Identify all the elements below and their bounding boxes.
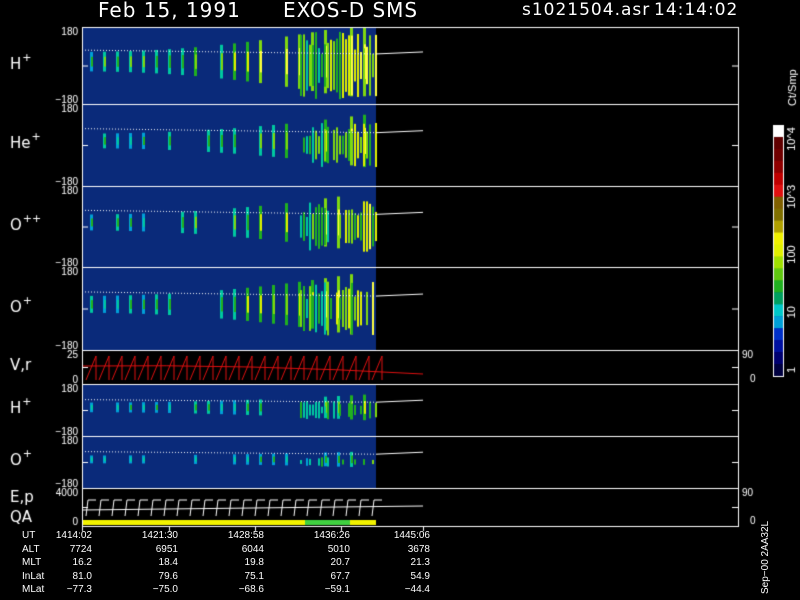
instrument-name: EXOS-D SMS [283, 0, 419, 22]
ephemeris-value: 6951 [155, 543, 178, 555]
ephemeris-value: 7724 [69, 543, 92, 555]
ephemeris-value: 3678 [407, 543, 430, 555]
ephemeris-value: −68.6 [238, 584, 264, 595]
ephemeris-row-mlat: MLat −77.3 −75.0 −68.6 −59.1 −44.4 [0, 584, 480, 597]
ephemeris-value: 79.6 [158, 570, 178, 582]
ephemeris-value: 5010 [327, 543, 350, 555]
ephemeris-value: −77.3 [66, 584, 92, 595]
ephemeris-value: 21.3 [410, 557, 430, 568]
file-name: s1021504.asr [522, 0, 651, 20]
footer-note: Sep−00 2AA32L [760, 520, 771, 594]
ephemeris-value: 1445:06 [393, 530, 430, 541]
ephemeris-value: 75.1 [244, 570, 264, 582]
ephemeris-value: 18.4 [158, 557, 178, 568]
ephemeris-value: −44.4 [404, 584, 430, 595]
ephemeris-row-inlat: InLat 81.0 79.6 75.1 67.7 54.9 [0, 571, 480, 584]
plot-time: 14:14:02 [654, 0, 739, 20]
ephemeris-value: 81.0 [72, 570, 92, 582]
ephemeris-value: 1421:30 [141, 530, 178, 541]
ephemeris-value: 19.8 [244, 557, 264, 568]
plot-date: Feb 15, 1991 [98, 0, 241, 22]
ephemeris-value: −75.0 [152, 584, 178, 595]
ephemeris-value: 6044 [241, 543, 264, 555]
ephemeris-value: 1428:58 [227, 530, 264, 541]
ephemeris-row-mlt: MLT 16.2 18.4 19.8 20.7 21.3 [0, 557, 480, 570]
ephemeris-value: 1436:26 [313, 530, 350, 541]
ephemeris-value: 67.7 [330, 570, 350, 582]
ephemeris-value: 1414:02 [55, 530, 92, 541]
ephemeris-value: −59.1 [324, 584, 350, 595]
ephemeris-row-alt: ALT 7724 6951 6044 5010 3678 [0, 544, 480, 557]
ephemeris-label: UT [22, 530, 36, 541]
ephemeris-label: MLT [22, 557, 42, 568]
spectrogram-canvas [0, 0, 800, 600]
ephemeris-row-ut: UT 1414:02 1421:30 1428:58 1436:26 1445:06 [0, 530, 480, 543]
ephemeris-label: ALT [22, 543, 40, 555]
ephemeris-value: 54.9 [410, 570, 430, 582]
ephemeris-value: 20.7 [330, 557, 350, 568]
ephemeris-value: 16.2 [72, 557, 92, 568]
